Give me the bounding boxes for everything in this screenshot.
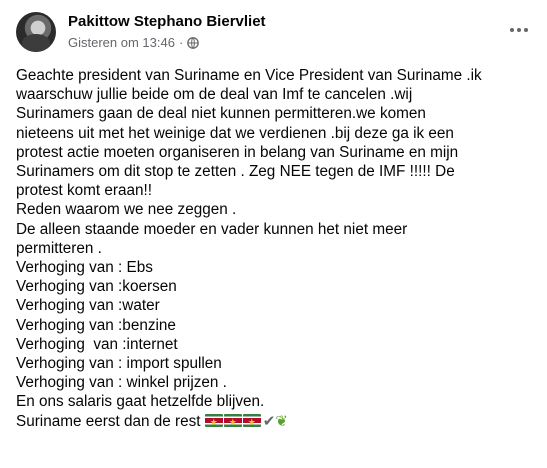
post-line: Verhoging van : import spullen <box>16 355 222 373</box>
post-line: Reden waarom we nee zeggen . <box>16 201 237 219</box>
post-meta: Gisteren om 13:46 · <box>68 35 200 50</box>
post-line: Verhoging van : winkel prijzen . <box>16 374 227 392</box>
post-header: Pakittow Stephano Biervliet Gisteren om … <box>16 12 535 54</box>
globe-icon[interactable] <box>187 36 200 49</box>
post-line: Suriname eerst dan de rest <box>16 412 201 430</box>
check-mark-icon: ✔ <box>262 412 276 430</box>
post-line: Verhoging van : Ebs <box>16 259 153 277</box>
suriname-flag-icon <box>204 413 223 432</box>
post-last-line: Suriname eerst dan de rest ✔❦ <box>16 412 531 432</box>
post-line: protest komt eraan!! <box>16 182 153 200</box>
post-text: Geachte president van Suriname en Vice P… <box>16 66 531 432</box>
author-name[interactable]: Pakittow Stephano Biervliet <box>68 13 266 30</box>
post-line: permitteren . <box>16 239 102 257</box>
post-timestamp[interactable]: Gisteren om 13:46 <box>68 35 175 50</box>
suriname-flag-icon <box>242 413 261 432</box>
post-line: Surinamers gaan de deal niet kunnen perm… <box>16 105 426 123</box>
post-line: Verhoging van :internet <box>16 335 178 353</box>
post-line: Geachte president van Suriname en Vice P… <box>16 67 482 84</box>
meta-separator: · <box>178 35 184 50</box>
herb-icon: ❦ <box>275 412 288 430</box>
post-line: waarschuw jullie beide om de deal van Im… <box>16 86 413 104</box>
post-line: De alleen staande moeder en vader kunnen… <box>16 220 408 238</box>
suriname-flag-icon <box>223 413 242 432</box>
post-line: En ons salaris gaat hetzelfde blijven. <box>16 393 265 411</box>
post-line: Verhoging van :benzine <box>16 316 176 334</box>
avatar[interactable] <box>16 12 56 52</box>
more-options-icon[interactable] <box>505 20 533 40</box>
post-line: protest actie moeten organiseren in bela… <box>16 143 459 161</box>
post-line: nieteens uit met het weinige dat we verd… <box>16 124 454 142</box>
post-line: Verhoging van :koersen <box>16 278 177 296</box>
post-line: Surinamers om dit stop te zetten . Zeg N… <box>16 163 455 181</box>
post-line: Verhoging van :water <box>16 297 160 315</box>
